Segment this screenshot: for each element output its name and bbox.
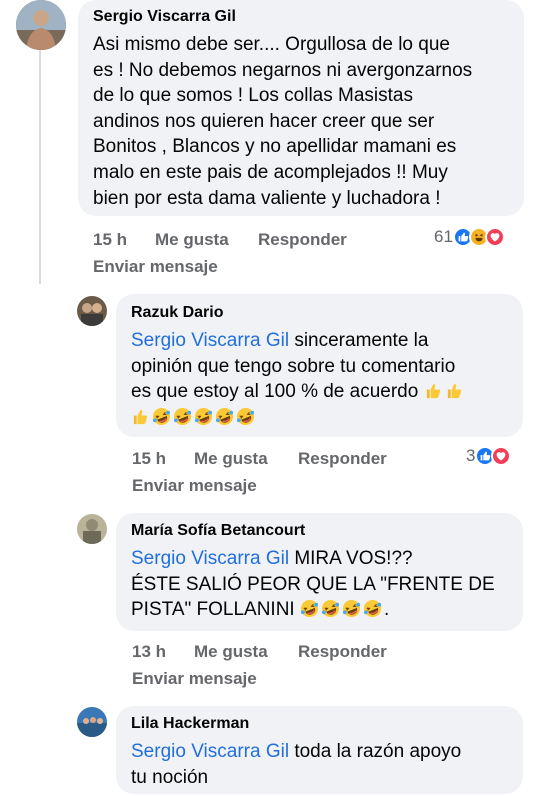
rolling-laugh-emoji xyxy=(215,407,234,425)
comment-text: Sergio Viscarra Gil MIRA VOS!?? ÉSTE SAL… xyxy=(131,546,521,623)
comment-timestamp[interactable]: 13 h xyxy=(132,642,166,662)
send-message-button[interactable]: Enviar mensaje xyxy=(132,669,257,689)
rolling-laugh-emoji xyxy=(300,600,319,618)
comment-text-line: Asi mismo debe ser.... Orgullosa de lo q… xyxy=(93,34,450,55)
comment-text-end: . xyxy=(384,599,390,621)
avatar[interactable] xyxy=(16,0,66,50)
like-button[interactable]: Me gusta xyxy=(155,230,229,250)
love-reaction-icon xyxy=(491,446,512,466)
like-button[interactable]: Me gusta xyxy=(194,449,268,469)
love-reaction-icon xyxy=(484,227,505,247)
comment-text-line: es que estoy al 100 % de acuerdo xyxy=(131,381,424,403)
mention-link[interactable]: Sergio Viscarra Gil xyxy=(131,741,289,762)
like-button[interactable]: Me gusta xyxy=(194,642,268,662)
reaction-summary[interactable]: 3 xyxy=(466,446,512,466)
reply-button[interactable]: Responder xyxy=(258,230,347,250)
comment-text-line: bien por esta dama valiente y luchadora … xyxy=(93,187,441,209)
comment-text-line: ÉSTE SALIÓ PEOR QUE LA "FRENTE DE xyxy=(131,573,495,595)
comment-author[interactable]: María Sofía Betancourt xyxy=(131,522,305,540)
emoji-group xyxy=(424,381,466,402)
mention-link[interactable]: Sergio Viscarra Gil xyxy=(131,548,289,569)
avatar[interactable] xyxy=(77,707,107,737)
rolling-laugh-emoji xyxy=(321,600,340,618)
send-message-button[interactable]: Enviar mensaje xyxy=(93,257,218,277)
reaction-count: 61 xyxy=(434,227,453,246)
comment-timestamp[interactable]: 15 h xyxy=(132,449,166,469)
rolling-laugh-emoji xyxy=(342,600,361,618)
comment-author[interactable]: Sergio Viscarra Gil xyxy=(93,8,236,26)
rolling-laugh-emoji xyxy=(194,407,213,425)
comment-text-line: PISTA" FOLLANINI xyxy=(131,599,300,621)
comment-actions: 15 h Me gusta Responder xyxy=(132,449,432,471)
reply-button[interactable]: Responder xyxy=(298,449,387,469)
comment-text-line: malo en este pais de acomplejados !! Muy xyxy=(93,161,448,183)
comment-text-line: tu noción xyxy=(131,766,209,788)
reply-button[interactable]: Responder xyxy=(298,642,387,662)
rolling-laugh-emoji xyxy=(236,407,255,425)
comment-text-line: MIRA VOS!?? xyxy=(289,548,413,569)
emoji-group xyxy=(300,599,384,620)
thread-connector-line xyxy=(39,44,41,284)
comment-text-line: andinos nos quieren hacer creer que ser xyxy=(93,110,435,132)
reaction-count: 3 xyxy=(466,446,476,465)
send-message-button[interactable]: Enviar mensaje xyxy=(132,476,257,496)
emoji-group xyxy=(131,405,521,431)
comment-text: Sergio Viscarra Gil sinceramente la opin… xyxy=(131,328,521,430)
comment-text: Asi mismo debe ser.... Orgullosa de lo q… xyxy=(93,32,518,211)
comment-text-line: Bonitos , Blancos y no apellidar mamani … xyxy=(93,136,457,158)
comment-author[interactable]: Razuk Dario xyxy=(131,304,223,322)
avatar[interactable] xyxy=(77,514,107,544)
comment-text-line: de lo que somos ! Los collas Masistas xyxy=(93,85,413,107)
avatar-image xyxy=(77,296,107,326)
avatar-image xyxy=(16,0,66,50)
comment-text-line: toda la razón apoyo xyxy=(289,741,462,762)
thumbs-up-emoji xyxy=(133,409,148,424)
comment-actions: 15 h Me gusta Responder xyxy=(93,230,393,252)
thumbs-up-emoji xyxy=(426,384,440,399)
rolling-laugh-emoji xyxy=(152,407,171,425)
comment-timestamp[interactable]: 15 h xyxy=(93,230,127,250)
avatar-image xyxy=(77,514,107,544)
thumbs-up-emoji xyxy=(447,384,461,399)
comment-text: Sergio Viscarra Gil toda la razón apoyo … xyxy=(131,739,521,790)
rolling-laugh-emoji xyxy=(173,407,192,425)
comment-author[interactable]: Lila Hackerman xyxy=(131,715,249,733)
comment-text-line: opinión que tengo sobre tu comentario xyxy=(131,355,456,377)
reaction-summary[interactable]: 61 xyxy=(434,227,505,247)
avatar[interactable] xyxy=(77,296,107,326)
avatar-image xyxy=(77,707,107,737)
comment-text-line: sinceramente la xyxy=(289,330,429,351)
comment-actions: 13 h Me gusta Responder xyxy=(132,642,432,664)
mention-link[interactable]: Sergio Viscarra Gil xyxy=(131,330,289,351)
comment-text-line: es ! No debemos negarnos ni avergonzarno… xyxy=(93,59,473,81)
rolling-laugh-emoji xyxy=(363,600,382,618)
